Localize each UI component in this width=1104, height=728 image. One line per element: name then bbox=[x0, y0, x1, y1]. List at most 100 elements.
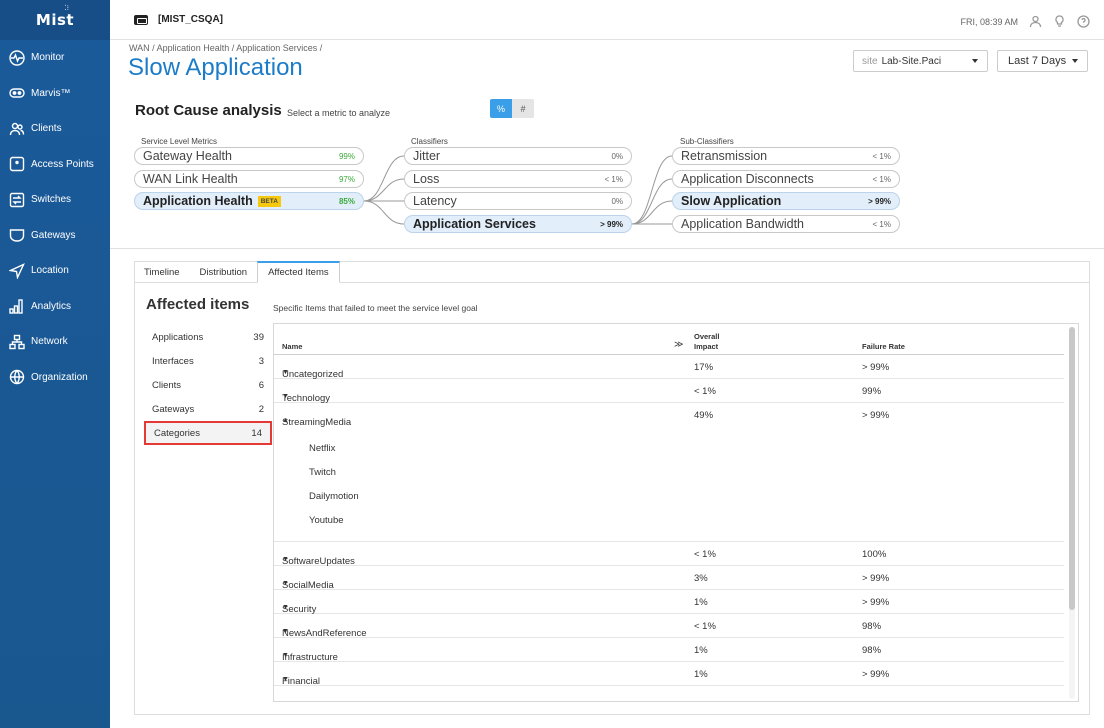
row-impact: 1% bbox=[694, 597, 708, 608]
pill-label: Loss bbox=[413, 172, 440, 186]
sidebar-item-monitor[interactable]: Monitor bbox=[0, 40, 110, 76]
sidebar-item-gateways[interactable]: Gateways bbox=[0, 218, 110, 254]
table-row[interactable]: ▼ Security 1% > 99% bbox=[274, 590, 1064, 615]
table-row[interactable]: ▼ NewsAndReference < 1% 98% bbox=[274, 614, 1064, 639]
slm-pill-application-health[interactable]: Application Health BETA 85% bbox=[134, 192, 364, 210]
sidebar-item-network[interactable]: Network bbox=[0, 324, 110, 360]
breadcrumb[interactable]: WAN / Application Health / Application S… bbox=[129, 43, 322, 53]
sidebar-item-label: Network bbox=[31, 336, 68, 348]
rca-subtitle: Select a metric to analyze bbox=[287, 108, 391, 118]
table-row[interactable]: ▼ Financial 1% > 99% bbox=[274, 662, 1064, 687]
sidebar-item-label: Analytics bbox=[31, 300, 72, 312]
sidebar-item-switches[interactable]: Switches bbox=[0, 182, 110, 218]
site-select[interactable]: site Lab-Site.Paci bbox=[853, 50, 988, 72]
access-points-icon bbox=[8, 155, 26, 173]
tab-timeline[interactable]: Timeline bbox=[134, 261, 190, 283]
category-label: Gateways bbox=[152, 403, 195, 415]
row-failure-rate: > 99% bbox=[862, 597, 890, 608]
date-range-select[interactable]: Last 7 Days bbox=[997, 50, 1088, 72]
tab-distribution[interactable]: Distribution bbox=[190, 261, 258, 283]
sidebar-item-access-points[interactable]: Access Points bbox=[0, 147, 110, 183]
subclassifier-pill-retransmission[interactable]: Retransmission < 1% bbox=[672, 147, 900, 165]
classifier-pill-latency[interactable]: Latency 0% bbox=[404, 192, 632, 210]
sidebar-item-label: Clients bbox=[31, 123, 62, 135]
scrollbar-thumb[interactable] bbox=[1069, 327, 1075, 610]
slm-pill-wan-link-health[interactable]: WAN Link Health 97% bbox=[134, 170, 364, 188]
sidebar-item-marvis[interactable]: Marvis™ bbox=[0, 76, 110, 112]
mist-logo[interactable]: ⁚⁝ Mist bbox=[0, 0, 110, 40]
row-failure-rate: 100% bbox=[862, 549, 887, 560]
sidebar-item-label: Location bbox=[31, 265, 69, 277]
category-item-clients[interactable]: Clients 6 bbox=[144, 373, 272, 397]
table-row[interactable]: ▼ Technology < 1% 99% bbox=[274, 379, 1064, 404]
table-row[interactable]: ▼ SocialMedia 3% > 99% bbox=[274, 566, 1064, 591]
table-row[interactable]: ▼ Uncategorized 17% > 99% bbox=[274, 355, 1064, 380]
category-item-categories[interactable]: Categories 14 bbox=[144, 421, 272, 445]
sidebar-item-clients[interactable]: Clients bbox=[0, 111, 110, 147]
table-row[interactable]: ▼ SoftwareUpdates < 1% 100% bbox=[274, 542, 1064, 567]
site-select-prefix: site bbox=[862, 55, 878, 67]
column-header-impact-line2[interactable]: Impact bbox=[694, 342, 718, 351]
sidebar-item-label: Access Points bbox=[31, 158, 94, 170]
category-count: 14 bbox=[251, 427, 262, 439]
sidebar-item-location[interactable]: Location bbox=[0, 253, 110, 289]
row-impact: 3% bbox=[694, 573, 708, 584]
sidebar-item-label: Switches bbox=[31, 194, 72, 206]
table-row-expanded[interactable]: ▲ StreamingMedia 49% > 99% Netflix Twitch… bbox=[274, 403, 1064, 542]
classifier-pill-application-services[interactable]: Application Services > 99% bbox=[404, 215, 632, 233]
analytics-icon bbox=[8, 297, 26, 315]
tab-affected-items[interactable]: Affected Items bbox=[257, 261, 340, 283]
classifier-pill-jitter[interactable]: Jitter 0% bbox=[404, 147, 632, 165]
column-header-impact-line1[interactable]: Overall bbox=[694, 332, 719, 341]
sort-icon[interactable]: ≫ bbox=[674, 339, 683, 350]
sub-row-item[interactable]: Netflix bbox=[309, 443, 335, 454]
lightbulb-icon[interactable] bbox=[1053, 15, 1066, 28]
category-item-interfaces[interactable]: Interfaces 3 bbox=[144, 349, 272, 373]
sidebar-item-label: Marvis™ bbox=[31, 87, 71, 99]
sub-row-item[interactable]: Youtube bbox=[309, 515, 344, 526]
org-name[interactable]: [MIST_CSQA] bbox=[158, 14, 223, 25]
pill-label: WAN Link Health bbox=[143, 172, 238, 186]
category-count: 39 bbox=[253, 331, 264, 343]
sidebar-item-label: Gateways bbox=[31, 229, 76, 241]
user-icon[interactable] bbox=[1029, 15, 1042, 28]
subclassifier-pill-slow-application[interactable]: Slow Application > 99% bbox=[672, 192, 900, 210]
category-list: Applications 39 Interfaces 3 Clients 6 Gate… bbox=[144, 325, 272, 445]
affected-items-title: Affected items bbox=[146, 296, 250, 313]
pill-label: Gateway Health bbox=[143, 149, 232, 163]
sidebar-item-analytics[interactable]: Analytics bbox=[0, 289, 110, 325]
row-impact: 17% bbox=[694, 362, 714, 373]
category-item-applications[interactable]: Applications 39 bbox=[144, 325, 272, 349]
column-header-name[interactable]: Name bbox=[282, 342, 302, 351]
sub-classifiers-column-heading: Sub-Classifiers bbox=[680, 137, 734, 146]
pill-percent: < 1% bbox=[872, 174, 891, 184]
subclassifier-pill-application-bandwidth[interactable]: Application Bandwidth < 1% bbox=[672, 215, 900, 233]
category-label: Categories bbox=[154, 427, 200, 439]
category-item-gateways[interactable]: Gateways 2 bbox=[144, 397, 272, 421]
row-failure-rate: > 99% bbox=[862, 573, 890, 584]
beta-badge: BETA bbox=[257, 195, 281, 207]
table-row[interactable]: ▼ Infrastructure 1% 98% bbox=[274, 638, 1064, 663]
column-header-failure-rate[interactable]: Failure Rate bbox=[862, 342, 905, 351]
category-count: 3 bbox=[258, 355, 264, 367]
site-select-value: Lab-Site.Paci bbox=[881, 55, 942, 67]
subclassifier-pill-application-disconnects[interactable]: Application Disconnects < 1% bbox=[672, 170, 900, 188]
row-impact: 1% bbox=[694, 669, 708, 680]
category-label: Clients bbox=[152, 379, 182, 391]
marvis-icon bbox=[8, 84, 26, 102]
count-toggle-button[interactable]: # bbox=[512, 99, 534, 118]
sub-row-item[interactable]: Dailymotion bbox=[309, 491, 359, 502]
classifier-pill-loss[interactable]: Loss < 1% bbox=[404, 170, 632, 188]
pill-label: Retransmission bbox=[681, 149, 768, 163]
row-failure-rate: > 99% bbox=[862, 669, 890, 680]
location-icon bbox=[8, 262, 26, 280]
page-title: Slow Application bbox=[128, 54, 303, 81]
slm-pill-gateway-health[interactable]: Gateway Health 99% bbox=[134, 147, 364, 165]
percent-toggle-button[interactable]: % bbox=[490, 99, 512, 118]
help-icon[interactable] bbox=[1077, 15, 1090, 28]
sidebar-item-organization[interactable]: Organization bbox=[0, 360, 110, 396]
row-impact: < 1% bbox=[694, 621, 716, 632]
org-icon bbox=[134, 14, 148, 25]
sub-row-item[interactable]: Twitch bbox=[309, 467, 336, 478]
pill-percent: < 1% bbox=[604, 174, 623, 184]
